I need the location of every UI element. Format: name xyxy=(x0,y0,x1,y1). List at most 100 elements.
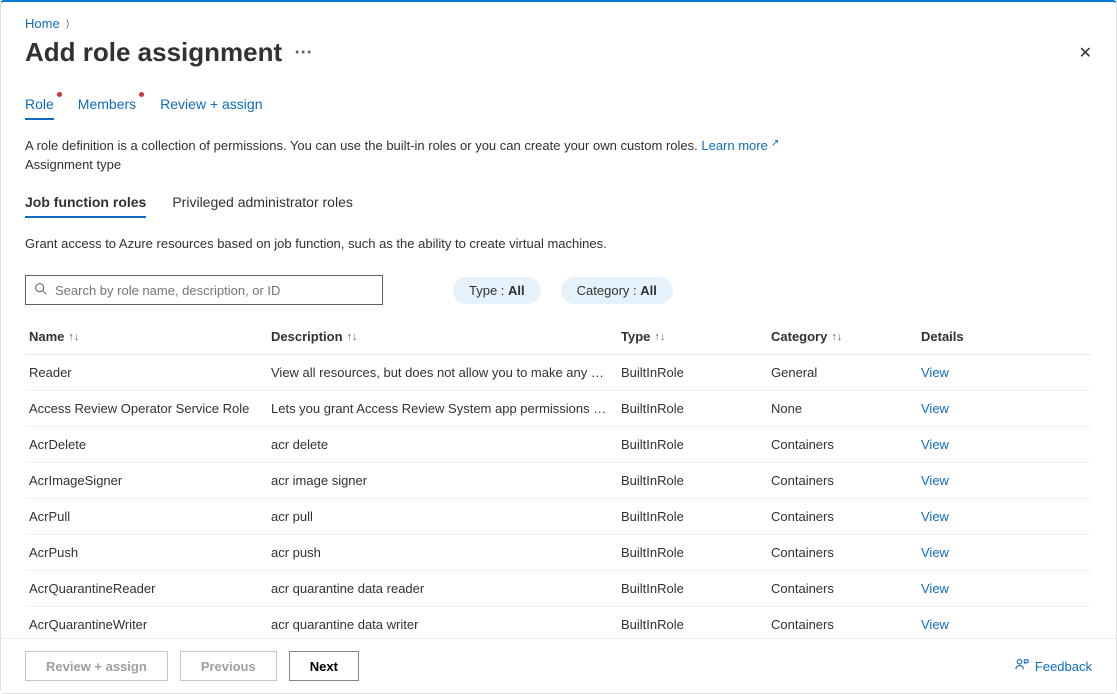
cell-type: BuiltInRole xyxy=(621,401,771,416)
intro-body: A role definition is a collection of per… xyxy=(25,138,701,153)
review-assign-button: Review + assign xyxy=(25,651,168,681)
filter-type-pill[interactable]: Type : All xyxy=(453,277,541,304)
view-link[interactable]: View xyxy=(921,509,949,524)
roles-table: Name ↑↓ Description ↑↓ Type ↑↓ Category … xyxy=(25,319,1092,638)
footer: Review + assign Previous Next Feedback xyxy=(1,638,1116,693)
search-input[interactable] xyxy=(53,282,374,299)
cell-name: AcrQuarantineWriter xyxy=(25,617,271,632)
sort-icon: ↑↓ xyxy=(347,331,358,343)
col-det-label: Details xyxy=(921,329,964,344)
cell-desc: acr delete xyxy=(271,437,621,452)
col-cat-header[interactable]: Category ↑↓ xyxy=(771,329,921,344)
cell-cat: None xyxy=(771,401,921,416)
table-row[interactable]: AcrPushacr pushBuiltInRoleContainersView xyxy=(25,535,1092,571)
intro-text: A role definition is a collection of per… xyxy=(25,138,1092,153)
table-row[interactable]: Access Review Operator Service RoleLets … xyxy=(25,391,1092,427)
cell-type: BuiltInRole xyxy=(621,545,771,560)
tab-review[interactable]: Review + assign xyxy=(160,90,262,120)
filter-cat-value: All xyxy=(640,283,657,298)
cell-type: BuiltInRole xyxy=(621,617,771,632)
table-row[interactable]: ReaderView all resources, but does not a… xyxy=(25,355,1092,391)
table-row[interactable]: AcrQuarantineWriteracr quarantine data w… xyxy=(25,607,1092,638)
view-link[interactable]: View xyxy=(921,545,949,560)
cell-type: BuiltInRole xyxy=(621,581,771,596)
view-link[interactable]: View xyxy=(921,401,949,416)
cell-name: Access Review Operator Service Role xyxy=(25,401,271,416)
cell-desc: View all resources, but does not allow y… xyxy=(271,365,621,380)
cell-cat: Containers xyxy=(771,617,921,632)
subtab-description: Grant access to Azure resources based on… xyxy=(25,236,1092,251)
col-desc-header[interactable]: Description ↑↓ xyxy=(271,329,621,344)
search-input-wrapper[interactable] xyxy=(25,275,383,305)
cell-desc: acr quarantine data reader xyxy=(271,581,621,596)
tab-members[interactable]: Members xyxy=(78,90,136,120)
table-row[interactable]: AcrImageSigneracr image signerBuiltInRol… xyxy=(25,463,1092,499)
table-row[interactable]: AcrPullacr pullBuiltInRoleContainersView xyxy=(25,499,1092,535)
feedback-link[interactable]: Feedback xyxy=(1014,657,1092,675)
view-link[interactable]: View xyxy=(921,365,949,380)
cell-cat: Containers xyxy=(771,581,921,596)
tab-members-label: Members xyxy=(78,96,136,112)
col-name-label: Name xyxy=(29,329,64,344)
sort-icon: ↑↓ xyxy=(68,331,79,343)
cell-cat: Containers xyxy=(771,545,921,560)
tab-review-label: Review + assign xyxy=(160,96,262,112)
page-title-text: Add role assignment xyxy=(25,37,282,68)
external-link-icon: ↗ xyxy=(771,138,779,149)
filter-category-pill[interactable]: Category : All xyxy=(561,277,673,304)
search-icon xyxy=(34,282,47,298)
table-header: Name ↑↓ Description ↑↓ Type ↑↓ Category … xyxy=(25,319,1092,355)
view-link[interactable]: View xyxy=(921,473,949,488)
filter-cat-label: Category : xyxy=(577,283,641,298)
close-icon[interactable]: ✕ xyxy=(1079,39,1092,67)
cell-cat: General xyxy=(771,365,921,380)
subtab-priv-label: Privileged administrator roles xyxy=(172,194,353,210)
view-link[interactable]: View xyxy=(921,617,949,632)
chevron-right-icon: ⟩ xyxy=(66,19,70,30)
cell-name: AcrDelete xyxy=(25,437,271,452)
more-icon[interactable]: ⋯ xyxy=(294,42,313,63)
assignment-type-tabs: Job function roles Privileged administra… xyxy=(25,194,1092,218)
sort-icon: ↑↓ xyxy=(831,331,842,343)
breadcrumb-home[interactable]: Home xyxy=(25,16,60,31)
cell-desc: acr push xyxy=(271,545,621,560)
required-dot-icon xyxy=(57,92,62,97)
breadcrumb: Home ⟩ xyxy=(25,2,1092,37)
cell-type: BuiltInRole xyxy=(621,473,771,488)
col-desc-label: Description xyxy=(271,329,343,344)
tab-role[interactable]: Role xyxy=(25,90,54,120)
subtab-privileged[interactable]: Privileged administrator roles xyxy=(172,194,353,218)
cell-name: Reader xyxy=(25,365,271,380)
cell-cat: Containers xyxy=(771,473,921,488)
view-link[interactable]: View xyxy=(921,581,949,596)
cell-cat: Containers xyxy=(771,437,921,452)
col-name-header[interactable]: Name ↑↓ xyxy=(25,329,271,344)
cell-name: AcrImageSigner xyxy=(25,473,271,488)
next-button[interactable]: Next xyxy=(289,651,359,681)
cell-name: AcrQuarantineReader xyxy=(25,581,271,596)
cell-type: BuiltInRole xyxy=(621,437,771,452)
page-title: Add role assignment ⋯ xyxy=(25,37,313,68)
cell-desc: acr quarantine data writer xyxy=(271,617,621,632)
feedback-icon xyxy=(1014,657,1029,675)
filter-type-label: Type : xyxy=(469,283,508,298)
cell-cat: Containers xyxy=(771,509,921,524)
cell-type: BuiltInRole xyxy=(621,365,771,380)
previous-button: Previous xyxy=(180,651,277,681)
filter-type-value: All xyxy=(508,283,525,298)
col-type-header[interactable]: Type ↑↓ xyxy=(621,329,771,344)
subtab-job-function[interactable]: Job function roles xyxy=(25,194,146,218)
tab-role-label: Role xyxy=(25,96,54,112)
col-det-header: Details xyxy=(921,329,1041,344)
subtab-job-label: Job function roles xyxy=(25,194,146,210)
learn-more-link[interactable]: Learn more ↗ xyxy=(701,138,779,153)
cell-name: AcrPull xyxy=(25,509,271,524)
table-row[interactable]: AcrDeleteacr deleteBuiltInRoleContainers… xyxy=(25,427,1092,463)
learn-more-label: Learn more xyxy=(701,138,767,153)
feedback-label: Feedback xyxy=(1035,659,1092,674)
col-type-label: Type xyxy=(621,329,650,344)
view-link[interactable]: View xyxy=(921,437,949,452)
col-cat-label: Category xyxy=(771,329,827,344)
cell-desc: Lets you grant Access Review System app … xyxy=(271,401,621,416)
table-row[interactable]: AcrQuarantineReaderacr quarantine data r… xyxy=(25,571,1092,607)
